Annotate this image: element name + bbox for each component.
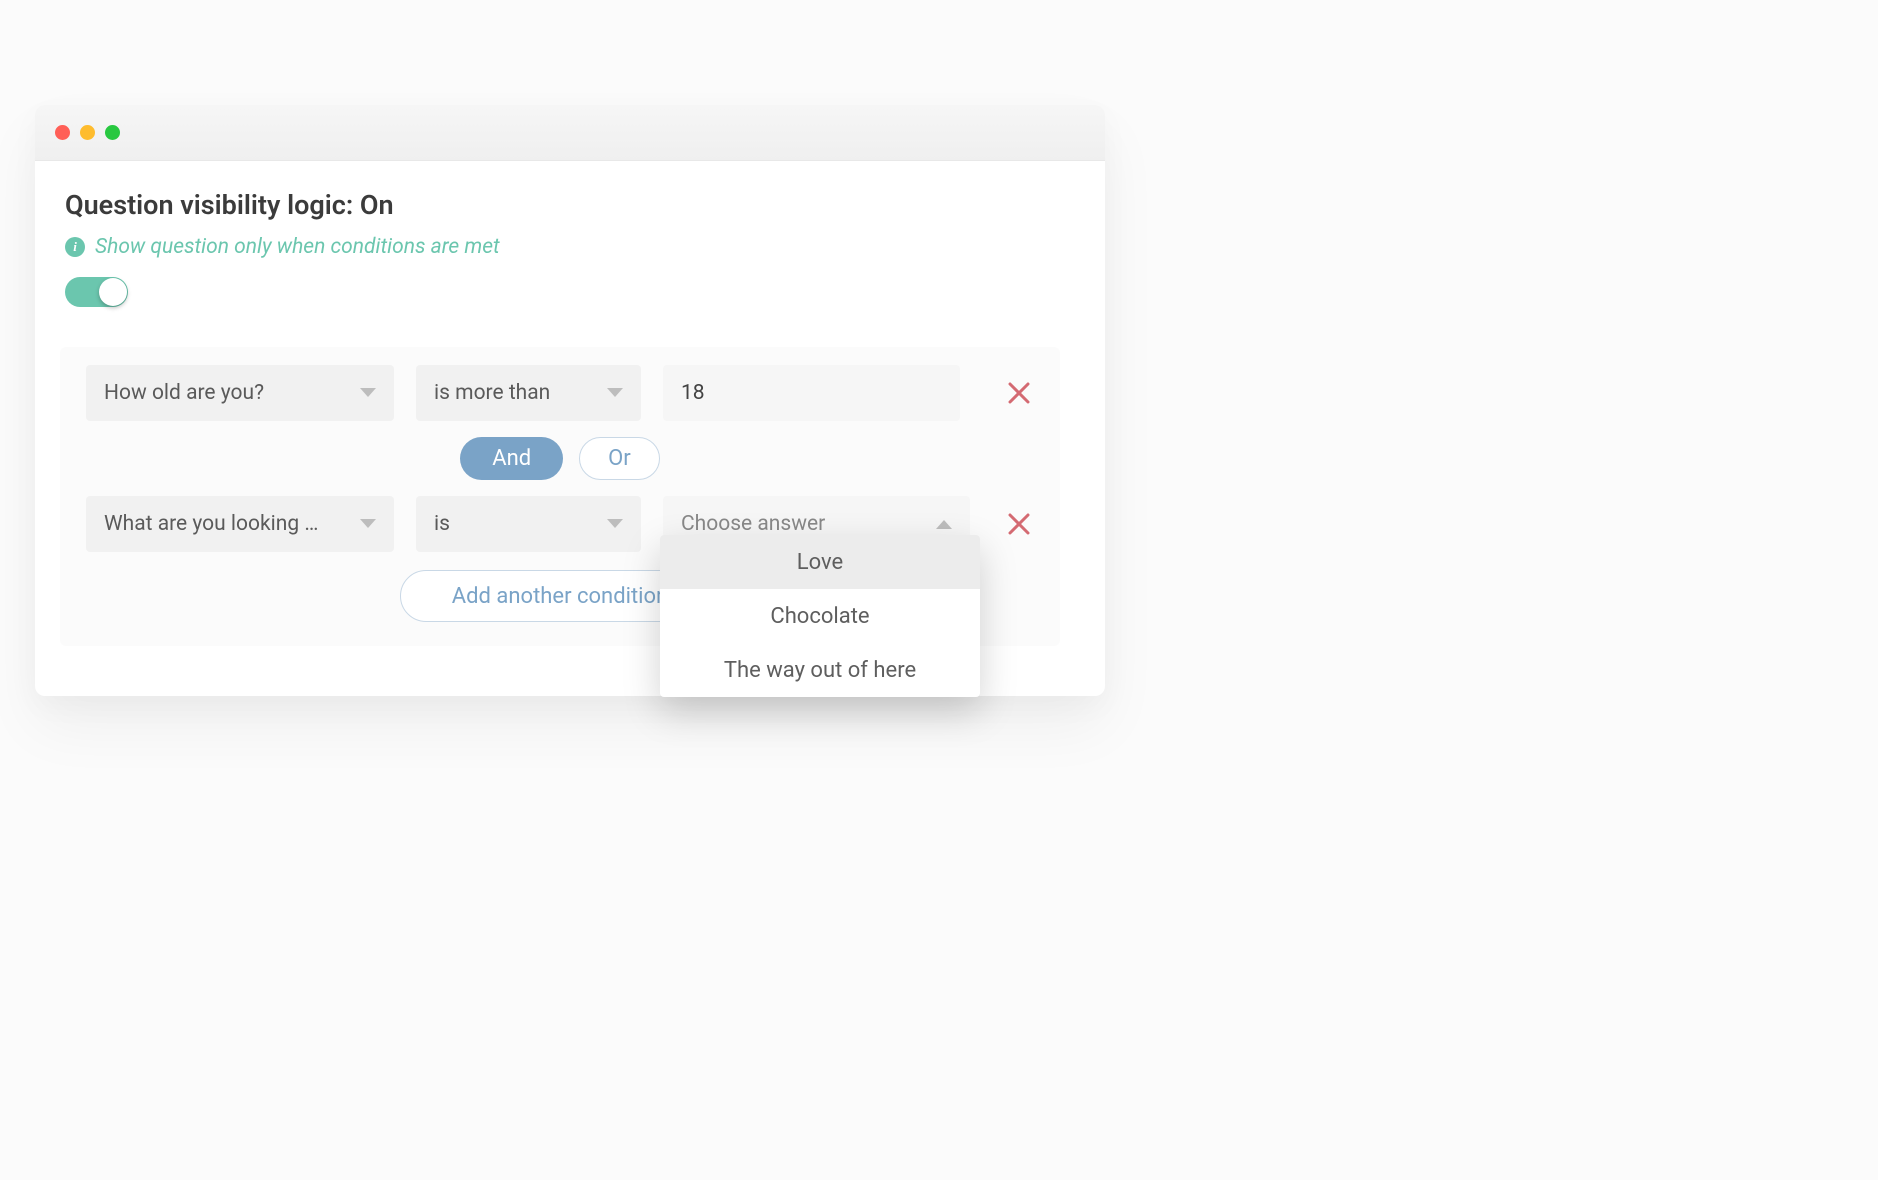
answer-option-label: Love <box>797 550 843 575</box>
operator-dropdown-label: is <box>434 512 450 536</box>
chevron-down-icon <box>360 519 376 529</box>
info-icon: i <box>65 237 85 257</box>
window-titlebar <box>35 105 1105 161</box>
close-icon <box>1008 382 1030 404</box>
delete-rule-button[interactable] <box>1004 378 1034 408</box>
value-text: 18 <box>681 381 705 405</box>
page-title: Question visibility logic: On <box>65 189 1075 221</box>
question-dropdown[interactable]: How old are you? <box>86 365 394 421</box>
question-dropdown-label: What are you looking … <box>104 512 318 536</box>
answer-option[interactable]: Chocolate <box>660 589 980 643</box>
hint-row: i Show question only when conditions are… <box>65 235 1075 259</box>
combiner-row: And Or <box>60 437 1060 480</box>
rule-row: How old are you? is more than 18 <box>60 365 1060 421</box>
window-zoom-dot[interactable] <box>105 125 120 140</box>
answer-option-label: Chocolate <box>770 604 869 629</box>
answer-option[interactable]: Love <box>660 535 980 589</box>
content-area: Question visibility logic: On i Show que… <box>35 161 1105 696</box>
chevron-up-icon <box>936 519 952 529</box>
close-icon <box>1008 513 1030 535</box>
combiner-or-button[interactable]: Or <box>579 437 660 480</box>
chevron-down-icon <box>360 388 376 398</box>
answer-option[interactable]: The way out of here <box>660 643 980 697</box>
combiner-and-label: And <box>492 446 531 471</box>
combiner-and-button[interactable]: And <box>460 437 563 480</box>
app-window: Question visibility logic: On i Show que… <box>35 105 1105 696</box>
hint-text: Show question only when conditions are m… <box>95 235 500 259</box>
question-dropdown[interactable]: What are you looking … <box>86 496 394 552</box>
operator-dropdown-label: is more than <box>434 381 550 405</box>
window-minimize-dot[interactable] <box>80 125 95 140</box>
combiner-or-label: Or <box>608 446 631 471</box>
toggle-knob <box>99 278 127 306</box>
rules-panel: How old are you? is more than 18 <box>60 347 1060 646</box>
answer-option-label: The way out of here <box>724 658 916 683</box>
add-condition-label: Add another condition <box>452 584 668 609</box>
answer-dropdown-placeholder: Choose answer <box>681 512 825 536</box>
delete-rule-button[interactable] <box>1004 509 1034 539</box>
value-input[interactable]: 18 <box>663 365 960 421</box>
answer-dropdown-popup: Love Chocolate The way out of here <box>660 535 980 697</box>
window-close-dot[interactable] <box>55 125 70 140</box>
chevron-down-icon <box>607 388 623 398</box>
operator-dropdown[interactable]: is more than <box>416 365 641 421</box>
visibility-toggle[interactable] <box>65 277 128 307</box>
question-dropdown-label: How old are you? <box>104 381 264 405</box>
chevron-down-icon <box>607 519 623 529</box>
operator-dropdown[interactable]: is <box>416 496 641 552</box>
